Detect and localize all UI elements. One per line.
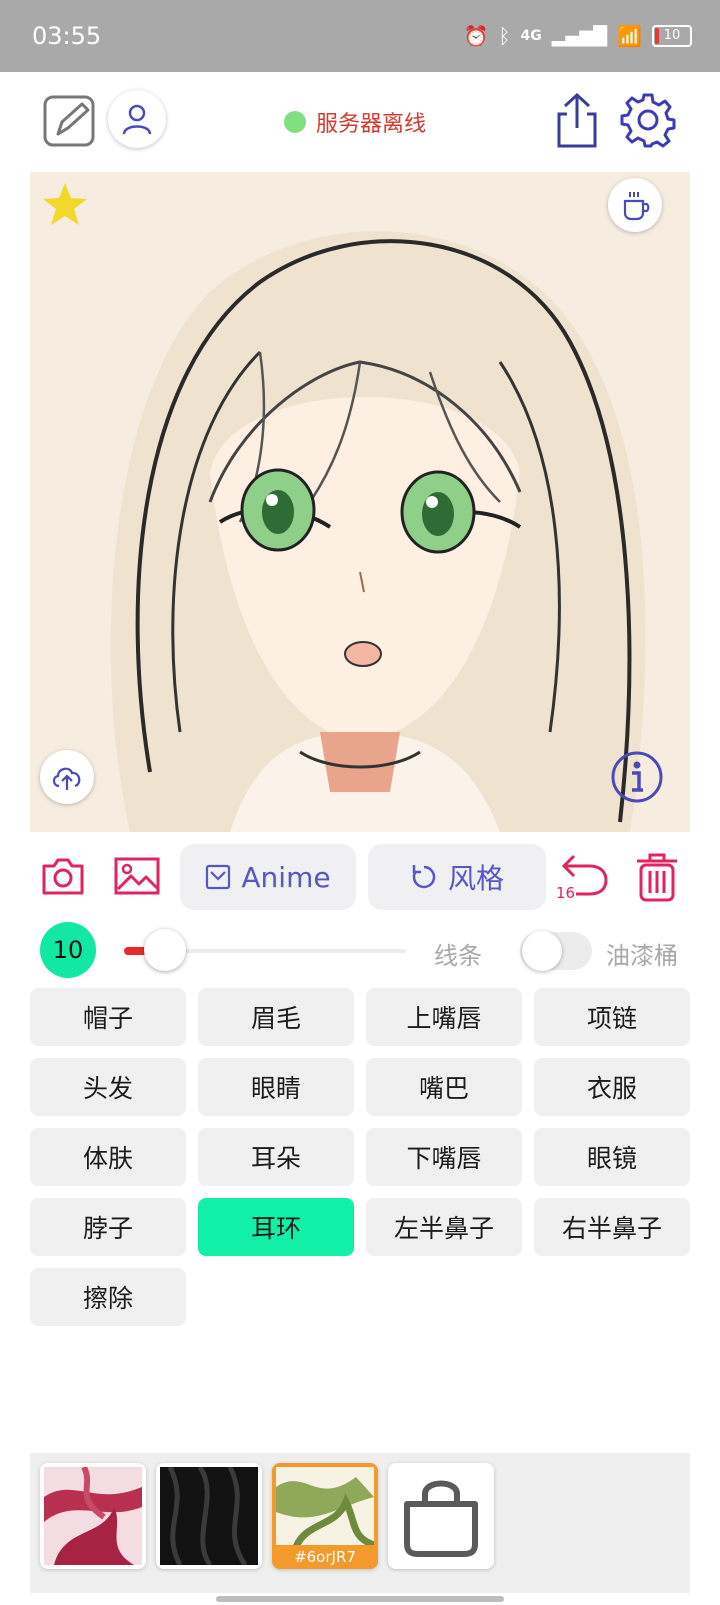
part-button[interactable]: 项链 xyxy=(534,988,690,1046)
bucket-toggle-knob[interactable] xyxy=(522,931,562,971)
network-label: 4G xyxy=(520,28,542,44)
star-icon xyxy=(43,183,87,225)
part-button[interactable]: 眉毛 xyxy=(198,988,354,1046)
sketch-button[interactable] xyxy=(42,94,96,148)
image-icon xyxy=(114,857,160,895)
info-button[interactable] xyxy=(610,750,664,808)
part-button[interactable]: 上嘴唇 xyxy=(366,988,522,1046)
part-button[interactable]: 下嘴唇 xyxy=(366,1128,522,1186)
trash-icon xyxy=(637,853,677,902)
part-button[interactable]: 头发 xyxy=(30,1058,186,1116)
server-status-dot xyxy=(284,111,306,133)
undo-count: 16 xyxy=(556,884,576,902)
texture-swatch[interactable] xyxy=(156,1463,262,1569)
part-button[interactable]: 眼镜 xyxy=(534,1128,690,1186)
texture-palette: #6orJR7 xyxy=(30,1453,690,1593)
parts-grid: 帽子 眉毛 上嘴唇 项链 头发 眼睛 嘴巴 衣服 体肤 耳朵 下嘴唇 眼镜 脖子… xyxy=(30,988,690,1326)
part-button[interactable]: 眼睛 xyxy=(198,1058,354,1116)
texture-swatch[interactable] xyxy=(40,1463,146,1569)
part-button[interactable]: 嘴巴 xyxy=(366,1058,522,1116)
status-icons: ⏰ ᛒ 4G ▂▄▆█ 📶 10 xyxy=(464,24,692,48)
donate-button[interactable] xyxy=(608,178,662,232)
sketch-icon xyxy=(43,95,95,147)
coffee-cup-icon xyxy=(623,192,650,221)
green-texture-image xyxy=(276,1467,374,1547)
camera-icon xyxy=(42,858,84,895)
upload-button[interactable] xyxy=(40,750,94,804)
refresh-icon xyxy=(412,865,436,889)
brush-size-value: 10 xyxy=(52,936,84,964)
alarm-icon: ⏰ xyxy=(463,24,489,48)
style-button[interactable]: 风格 xyxy=(368,844,546,910)
black-texture-image xyxy=(160,1467,258,1565)
gallery-button[interactable] xyxy=(112,854,162,898)
status-bar: 03:55 ⏰ ᛒ 4G ▂▄▆█ 📶 10 xyxy=(0,0,720,72)
part-button-active[interactable]: 耳环 xyxy=(198,1198,354,1256)
part-button[interactable]: 体肤 xyxy=(30,1128,186,1186)
status-time: 03:55 xyxy=(32,22,102,50)
part-button[interactable]: 右半鼻子 xyxy=(534,1198,690,1256)
bucket-label: 油漆桶 xyxy=(606,942,678,970)
battery-level: 10 xyxy=(663,28,681,43)
texture-swatch-selected[interactable]: #6orJR7 xyxy=(272,1463,378,1569)
checkbox-icon xyxy=(206,864,231,890)
account-button[interactable] xyxy=(108,90,166,148)
brush-size-badge: 10 xyxy=(40,922,96,978)
battery-icon: 10 xyxy=(652,25,692,47)
server-status: 服务器离线 xyxy=(284,106,426,138)
undo-button[interactable]: 16 xyxy=(556,852,612,902)
drawing-canvas[interactable] xyxy=(30,172,690,832)
swatch-tag: #6orJR7 xyxy=(272,1545,378,1569)
anime-mode-button[interactable]: Anime xyxy=(180,844,356,910)
erase-button[interactable]: 擦除 xyxy=(30,1268,186,1326)
info-icon xyxy=(611,751,663,803)
part-button[interactable]: 脖子 xyxy=(30,1198,186,1256)
home-indicator[interactable] xyxy=(216,1596,504,1602)
line-label: 线条 xyxy=(434,942,482,970)
wifi-icon: 📶 xyxy=(617,24,642,48)
share-button[interactable] xyxy=(552,92,602,150)
brush-size-thumb[interactable] xyxy=(144,929,186,971)
anime-portrait-image xyxy=(30,172,690,832)
bluetooth-icon: ᛒ xyxy=(498,24,511,48)
favorite-button[interactable] xyxy=(40,180,90,234)
camera-button[interactable] xyxy=(40,854,86,898)
style-label: 风格 xyxy=(447,862,504,895)
share-icon xyxy=(557,92,597,148)
shopping-bag-icon xyxy=(404,1480,478,1557)
user-icon xyxy=(122,104,152,135)
texture-store-button[interactable] xyxy=(388,1463,494,1569)
part-button[interactable]: 耳朵 xyxy=(198,1128,354,1186)
cloud-upload-icon xyxy=(52,767,81,790)
anime-mode-label: Anime xyxy=(241,860,331,894)
gear-icon xyxy=(620,93,676,148)
part-button[interactable]: 衣服 xyxy=(534,1058,690,1116)
clear-canvas-button[interactable] xyxy=(632,850,682,904)
part-button[interactable]: 左半鼻子 xyxy=(366,1198,522,1256)
signal-icon: ▂▄▆█ xyxy=(551,25,608,47)
settings-button[interactable] xyxy=(620,92,676,148)
server-status-label: 服务器离线 xyxy=(316,112,427,137)
red-texture-image xyxy=(44,1467,142,1565)
part-button[interactable]: 帽子 xyxy=(30,988,186,1046)
